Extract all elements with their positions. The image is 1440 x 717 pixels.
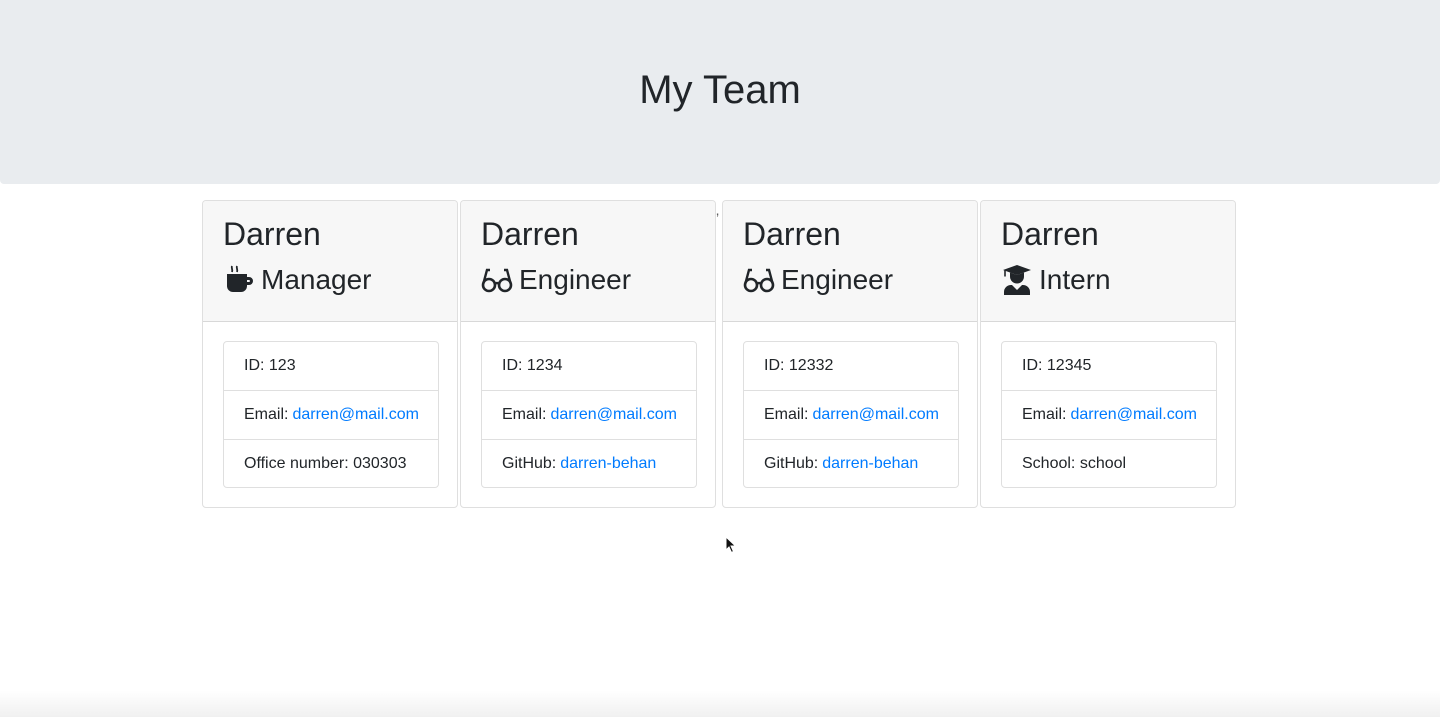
card-header: Darren Intern bbox=[981, 201, 1235, 322]
list-item-email: Email: darren@mail.com bbox=[482, 391, 696, 440]
office-number-label: Office number: bbox=[244, 454, 349, 472]
employee-card-engineer: Darren Engineer ID: 1234 Email: darren@ma… bbox=[460, 200, 716, 508]
github-label: GitHub: bbox=[502, 454, 557, 472]
list-item-id: ID: 12332 bbox=[744, 342, 958, 391]
list-item-school: School: school bbox=[1002, 440, 1216, 487]
email-label: Email: bbox=[764, 406, 809, 423]
school-label: School: bbox=[1022, 454, 1076, 472]
bottom-shadow bbox=[0, 690, 1440, 717]
details-list: ID: 123 Email: darren@mail.com Office num… bbox=[223, 341, 439, 488]
glasses-icon bbox=[481, 264, 513, 296]
email-label: Email: bbox=[502, 406, 547, 423]
employee-card-engineer: Darren Engineer ID: 12332 Email: darren@m… bbox=[722, 200, 978, 508]
employee-role: Engineer bbox=[481, 263, 631, 297]
list-item-email: Email: darren@mail.com bbox=[224, 391, 438, 440]
id-label: ID: bbox=[1022, 357, 1043, 374]
list-item-github: GitHub: darren-behan bbox=[744, 440, 958, 487]
employee-role: Engineer bbox=[743, 263, 893, 297]
id-label: ID: bbox=[502, 357, 523, 374]
employee-name: Darren bbox=[481, 216, 579, 252]
email-label: Email: bbox=[244, 406, 289, 423]
id-label: ID: bbox=[764, 357, 785, 374]
email-link[interactable]: darren@mail.com bbox=[292, 406, 419, 424]
list-item-id: ID: 12345 bbox=[1002, 342, 1216, 391]
role-label: Manager bbox=[261, 264, 372, 295]
employee-card-intern: Darren Intern ID: 12345 Email: darren@mai… bbox=[980, 200, 1236, 508]
employee-name: Darren bbox=[223, 216, 321, 252]
list-item-email: Email: darren@mail.com bbox=[1002, 391, 1216, 440]
list-item-id: ID: 123 bbox=[224, 342, 438, 391]
employee-name: Darren bbox=[743, 216, 841, 252]
id-value: 12332 bbox=[788, 357, 834, 374]
github-label: GitHub: bbox=[764, 454, 819, 472]
details-list: ID: 12332 Email: darren@mail.com GitHub: d… bbox=[743, 341, 959, 488]
stray-mark: ’ bbox=[716, 210, 720, 226]
employee-role: Manager bbox=[223, 263, 372, 297]
list-item-office-number: Office number: 030303 bbox=[224, 440, 438, 487]
email-label: Email: bbox=[1022, 406, 1067, 423]
github-link[interactable]: darren-behan bbox=[560, 455, 656, 473]
role-label: Engineer bbox=[781, 264, 894, 295]
list-item-github: GitHub: darren-behan bbox=[482, 440, 696, 487]
email-link[interactable]: darren@mail.com bbox=[550, 406, 677, 424]
role-label: Engineer bbox=[519, 264, 632, 295]
role-label: Intern bbox=[1039, 264, 1111, 295]
card-header: Darren Engineer bbox=[461, 201, 715, 322]
github-link[interactable]: darren-behan bbox=[822, 455, 918, 473]
page-title: My Team bbox=[639, 68, 801, 112]
id-value: 12345 bbox=[1046, 357, 1092, 374]
card-header: Darren Manager bbox=[203, 201, 457, 322]
office-number-value: 030303 bbox=[353, 454, 407, 472]
employee-card-manager: Darren Manager ID: 123 Email: darren@mail… bbox=[202, 200, 458, 508]
glasses-icon bbox=[743, 264, 775, 296]
email-link[interactable]: darren@mail.com bbox=[1070, 406, 1197, 424]
details-list: ID: 12345 Email: darren@mail.com School: … bbox=[1001, 341, 1217, 488]
employee-role: Intern bbox=[1001, 263, 1111, 297]
coffee-mug-icon bbox=[223, 264, 255, 296]
school-value: school bbox=[1079, 454, 1127, 472]
card-header: Darren Engineer bbox=[723, 201, 977, 322]
employee-name: Darren bbox=[1001, 216, 1099, 252]
id-value: 1234 bbox=[526, 357, 563, 374]
list-item-id: ID: 1234 bbox=[482, 342, 696, 391]
list-item-email: Email: darren@mail.com bbox=[744, 391, 958, 440]
id-label: ID: bbox=[244, 357, 265, 374]
graduate-icon bbox=[1001, 264, 1033, 296]
mouse-cursor-icon bbox=[725, 536, 737, 554]
id-value: 123 bbox=[268, 357, 296, 374]
details-list: ID: 1234 Email: darren@mail.com GitHub: da… bbox=[481, 341, 697, 488]
header-jumbotron: My Team bbox=[0, 0, 1440, 184]
email-link[interactable]: darren@mail.com bbox=[812, 406, 939, 424]
